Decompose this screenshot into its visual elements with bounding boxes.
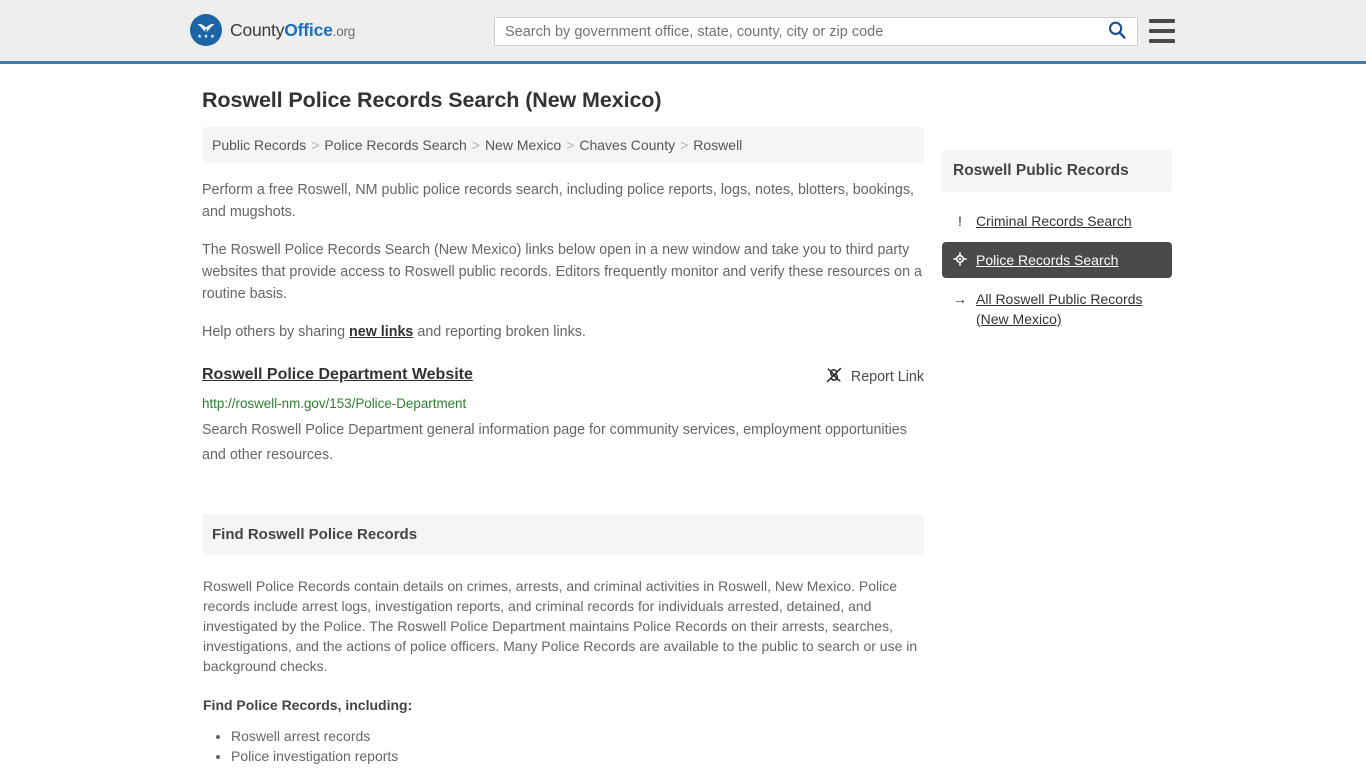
menu-bar-2 — [1149, 29, 1175, 33]
sidebar-item-label: Police Records Search — [976, 252, 1119, 268]
breadcrumb-separator: > — [471, 137, 480, 153]
search-bar — [494, 17, 1138, 46]
breadcrumb-item-new-mexico[interactable]: New Mexico — [485, 137, 561, 153]
broken-link-icon — [825, 366, 843, 388]
page-title: Roswell Police Records Search (New Mexic… — [202, 88, 662, 112]
search-icon — [1107, 20, 1127, 43]
help-text-before: Help others by sharing — [202, 324, 350, 340]
eagle-stars-seal-icon — [190, 14, 222, 46]
breadcrumb-item-public-records[interactable]: Public Records — [212, 137, 306, 153]
result-item: Roswell Police Department Website Report… — [202, 365, 924, 468]
breadcrumb-item-police-records-search[interactable]: Police Records Search — [324, 137, 466, 153]
result-header-row: Roswell Police Department Website Report… — [202, 365, 924, 388]
breadcrumb-separator: > — [680, 137, 689, 153]
sidebar-item-all-public-records[interactable]: → All Roswell Public Records (New Mexico… — [942, 281, 1172, 337]
brand-org: .org — [332, 23, 356, 39]
menu-bar-1 — [1149, 19, 1175, 23]
site-logo-link[interactable]: CountyOffice.org — [190, 14, 355, 46]
breadcrumb: Public Records > Police Records Search > New… — [202, 127, 924, 163]
result-description: Search Roswell Police Department general… — [202, 422, 907, 463]
panel-heading: Find Roswell Police Records — [202, 514, 924, 555]
search-button[interactable] — [1097, 18, 1137, 45]
list-item: Roswell arrest records — [231, 726, 923, 746]
record-type-list: Roswell arrest records Police investigat… — [203, 726, 923, 768]
intro-paragraph-1: Perform a free Roswell, NM public police… — [202, 182, 914, 220]
sidebar-item-police-records-search[interactable]: Police Records Search — [942, 242, 1172, 278]
report-link-label: Report Link — [850, 369, 924, 385]
result-url-link[interactable]: http://roswell-nm.gov/153/Police-Departm… — [202, 395, 924, 413]
search-input[interactable] — [495, 18, 1097, 45]
page-body: Roswell Police Records Search (New Mexic… — [0, 87, 1366, 768]
sidebar: Roswell Public Records ! Criminal Record… — [942, 127, 1172, 340]
sidebar-item-label: All Roswell Public Records (New Mexico) — [976, 291, 1143, 327]
breadcrumb-separator: > — [566, 137, 575, 153]
brand-office: Office — [284, 19, 333, 40]
help-text-after: and reporting broken links. — [413, 324, 586, 340]
list-item: Police investigation reports — [231, 746, 923, 766]
intro-paragraph-2: The Roswell Police Records Search (New M… — [202, 242, 922, 302]
crosshair-target-icon — [953, 250, 967, 266]
sidebar-item-criminal-records-search[interactable]: ! Criminal Records Search — [942, 203, 1172, 239]
content-layout: Public Records > Police Records Search > New… — [202, 127, 1178, 768]
panel-subheading: Find Police Records, including: — [203, 697, 413, 713]
panel-body: Roswell Police Records contain details o… — [202, 576, 924, 768]
site-logo-text: CountyOffice.org — [230, 20, 355, 41]
breadcrumb-item-roswell: Roswell — [693, 137, 743, 153]
hamburger-menu-icon[interactable] — [1149, 19, 1175, 43]
new-links-link[interactable]: new links — [349, 324, 413, 340]
breadcrumb-separator: > — [311, 137, 320, 153]
breadcrumb-item-chaves-county[interactable]: Chaves County — [579, 137, 675, 153]
content-container: Roswell Police Records Search (New Mexic… — [188, 87, 1178, 768]
help-share-paragraph: Help others by sharing new links and rep… — [202, 321, 924, 343]
brand-county: County — [230, 19, 285, 40]
menu-bar-3 — [1149, 39, 1175, 43]
result-title-link[interactable]: Roswell Police Department Website — [202, 365, 473, 385]
find-records-panel: Find Roswell Police Records Roswell Poli… — [202, 514, 924, 768]
main-column: Public Records > Police Records Search > New… — [202, 127, 924, 768]
exclamation-icon: ! — [958, 213, 962, 229]
sidebar-item-label: Criminal Records Search — [976, 213, 1132, 229]
sidebar-list: ! Criminal Records Search Police Records… — [942, 203, 1172, 337]
sidebar-heading: Roswell Public Records — [942, 150, 1172, 192]
site-header: CountyOffice.org — [0, 0, 1366, 64]
panel-body-text: Roswell Police Records contain details o… — [203, 578, 918, 674]
report-link-button[interactable]: Report Link — [825, 365, 924, 388]
arrow-right-icon: → — [953, 291, 967, 307]
header-inner: CountyOffice.org — [0, 0, 1366, 61]
